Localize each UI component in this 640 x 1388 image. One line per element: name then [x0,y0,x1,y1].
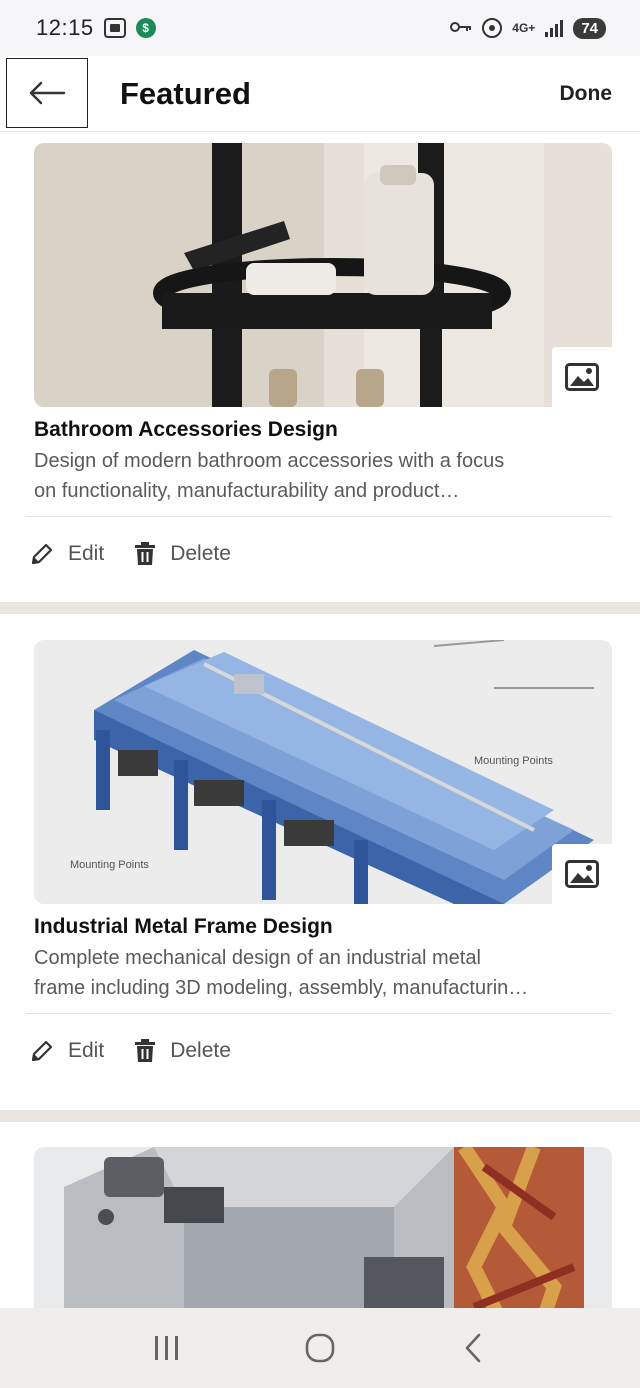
bathroom-shelf-image [34,143,612,407]
card-image-bathroom[interactable] [34,143,612,407]
image-icon [565,860,599,888]
delete-label: Delete [170,1039,231,1062]
recent-apps-button[interactable] [147,1328,187,1368]
app-header: Featured Done [0,56,640,132]
card-image-metal-frame[interactable]: Mounting Points Mounting Points [34,640,612,904]
delete-button[interactable]: Delete [134,542,231,566]
divider [26,1013,612,1014]
chevron-left-icon [466,1333,481,1363]
edit-button[interactable]: Edit [30,542,104,566]
featured-card: Mounting Points Mounting Points Industri… [0,629,640,1099]
network-type: 4G+ [512,21,536,35]
card-description: Design of modern bathroom accessories wi… [34,446,606,506]
metal-frame-image: Mounting Points Mounting Points [34,640,612,904]
pencil-icon [31,543,53,565]
delete-label: Delete [170,542,231,565]
edit-button[interactable]: Edit [30,1039,104,1063]
machine-image [34,1147,612,1308]
card-title: Industrial Metal Frame Design [34,915,333,938]
card-actions: Edit Delete [30,542,261,566]
vpn-key-icon [450,17,472,40]
trash-icon [135,1039,156,1062]
image-label: Mounting Points [70,859,149,871]
card-description-line: on functionality, manufacturability and … [34,480,460,502]
back-button[interactable] [6,58,88,128]
card-image-partial[interactable] [34,1147,612,1308]
recents-icon [154,1336,178,1360]
signal-icon [545,19,564,37]
status-bar: 12:15 $ 4G+ 74 [0,0,640,56]
pencil-icon [31,1040,53,1062]
section-separator [0,1110,640,1122]
delete-button[interactable]: Delete [134,1039,231,1063]
featured-list[interactable]: Bathroom Accessories Design Design of mo… [0,132,640,1308]
divider [26,516,612,517]
featured-card: Bathroom Accessories Design Design of mo… [0,132,640,602]
card-description: Complete mechanical design of an industr… [34,943,606,1003]
page-title: Featured [120,76,251,111]
image-badge [552,844,612,904]
done-button[interactable]: Done [560,82,613,106]
home-icon [305,1333,335,1363]
edit-label: Edit [68,1039,105,1062]
card-title: Bathroom Accessories Design [34,418,338,441]
home-button[interactable] [300,1328,340,1368]
arrow-left-icon [29,81,66,105]
screenshot-icon [103,18,126,38]
image-icon [565,363,599,391]
system-nav-bar [0,1308,640,1388]
app-notification-icon: $ [135,18,156,38]
image-badge [552,347,612,407]
trash-icon [135,542,156,565]
card-actions: Edit Delete [30,1039,261,1063]
card-description-line: frame including 3D modeling, assembly, m… [34,977,529,999]
card-description-line: Design of modern bathroom accessories wi… [34,450,505,472]
section-separator [0,602,640,614]
featured-card [0,1136,640,1308]
edit-label: Edit [68,542,105,565]
image-label: Mounting Points [474,755,553,767]
battery-indicator: 74 [573,17,606,39]
hotspot-icon [482,18,503,38]
system-back-button[interactable] [453,1328,493,1368]
card-description-line: Complete mechanical design of an industr… [34,947,481,969]
status-time: 12:15 [36,15,94,40]
